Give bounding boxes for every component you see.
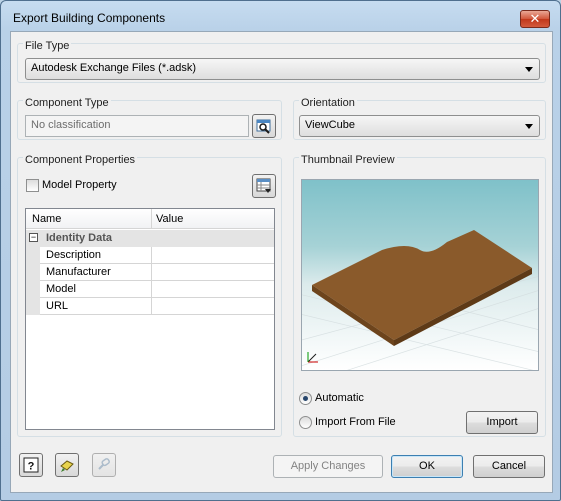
orientation-label: Orientation — [299, 97, 357, 109]
category-name: Identity Data — [46, 232, 113, 244]
property-name: Manufacturer — [46, 266, 111, 278]
import-from-file-label: Import From File — [315, 416, 396, 428]
dialog-body: File Type Autodesk Exchange Files (*.ads… — [10, 31, 553, 493]
browse-classification-icon — [256, 119, 271, 134]
category-identity-data[interactable]: − Identity Data — [26, 230, 274, 247]
help-icon: ? — [23, 457, 39, 473]
property-name: Description — [46, 249, 102, 261]
properties-grid: Name Value − Identity Data Description M… — [25, 208, 275, 430]
file-type-label: File Type — [23, 40, 72, 52]
thumbnail-preview-label: Thumbnail Preview — [299, 154, 397, 166]
ok-button[interactable]: OK — [391, 455, 463, 478]
file-type-dropdown[interactable]: Autodesk Exchange Files (*.adsk) — [25, 58, 540, 80]
orientation-dropdown[interactable]: ViewCube — [299, 115, 540, 137]
link-button[interactable] — [92, 453, 116, 477]
svg-text:?: ? — [28, 461, 35, 473]
table-row[interactable]: Description — [26, 247, 274, 264]
model-property-checkbox[interactable] — [26, 179, 39, 192]
title-bar: Export Building Components ✕ — [1, 1, 560, 35]
chevron-down-icon — [525, 67, 533, 72]
column-header-name[interactable]: Name — [32, 213, 61, 225]
model-property-label: Model Property — [42, 179, 117, 191]
import-from-file-radio[interactable] — [299, 416, 312, 429]
grid-header: Name Value — [26, 209, 274, 229]
link-icon — [98, 458, 110, 470]
apply-changes-button[interactable]: Apply Changes — [273, 455, 383, 478]
board-preview-graphic — [302, 230, 538, 370]
export-building-components-dialog: Export Building Components ✕ File Type A… — [0, 0, 561, 501]
automatic-label: Automatic — [315, 392, 364, 404]
table-row[interactable]: Model — [26, 281, 274, 298]
collapse-icon[interactable]: − — [29, 233, 38, 242]
import-button[interactable]: Import — [466, 411, 538, 434]
property-editor-button[interactable] — [252, 174, 276, 198]
browse-classification-button[interactable] — [252, 114, 276, 138]
cancel-button[interactable]: Cancel — [473, 455, 545, 478]
table-row[interactable]: Manufacturer — [26, 264, 274, 281]
component-type-label: Component Type — [23, 97, 111, 109]
help-button[interactable]: ? — [19, 453, 43, 477]
thumbnail-preview-image — [301, 179, 539, 371]
automatic-radio[interactable] — [299, 392, 312, 405]
axis-triad-icon — [307, 352, 318, 363]
property-name: Model — [46, 283, 76, 295]
table-row[interactable]: URL — [26, 298, 274, 315]
orientation-value: ViewCube — [305, 119, 355, 131]
file-type-value: Autodesk Exchange Files (*.adsk) — [31, 62, 197, 74]
column-header-value[interactable]: Value — [156, 213, 183, 225]
table-edit-icon — [256, 178, 271, 193]
chevron-down-icon — [525, 124, 533, 129]
window-title: Export Building Components — [13, 11, 166, 25]
component-type-field[interactable]: No classification — [25, 115, 249, 137]
pick-icon — [60, 460, 74, 472]
property-name: URL — [46, 300, 69, 312]
pick-from-model-button[interactable] — [55, 453, 79, 477]
component-properties-label: Component Properties — [23, 154, 138, 166]
close-button[interactable]: ✕ — [520, 10, 550, 28]
